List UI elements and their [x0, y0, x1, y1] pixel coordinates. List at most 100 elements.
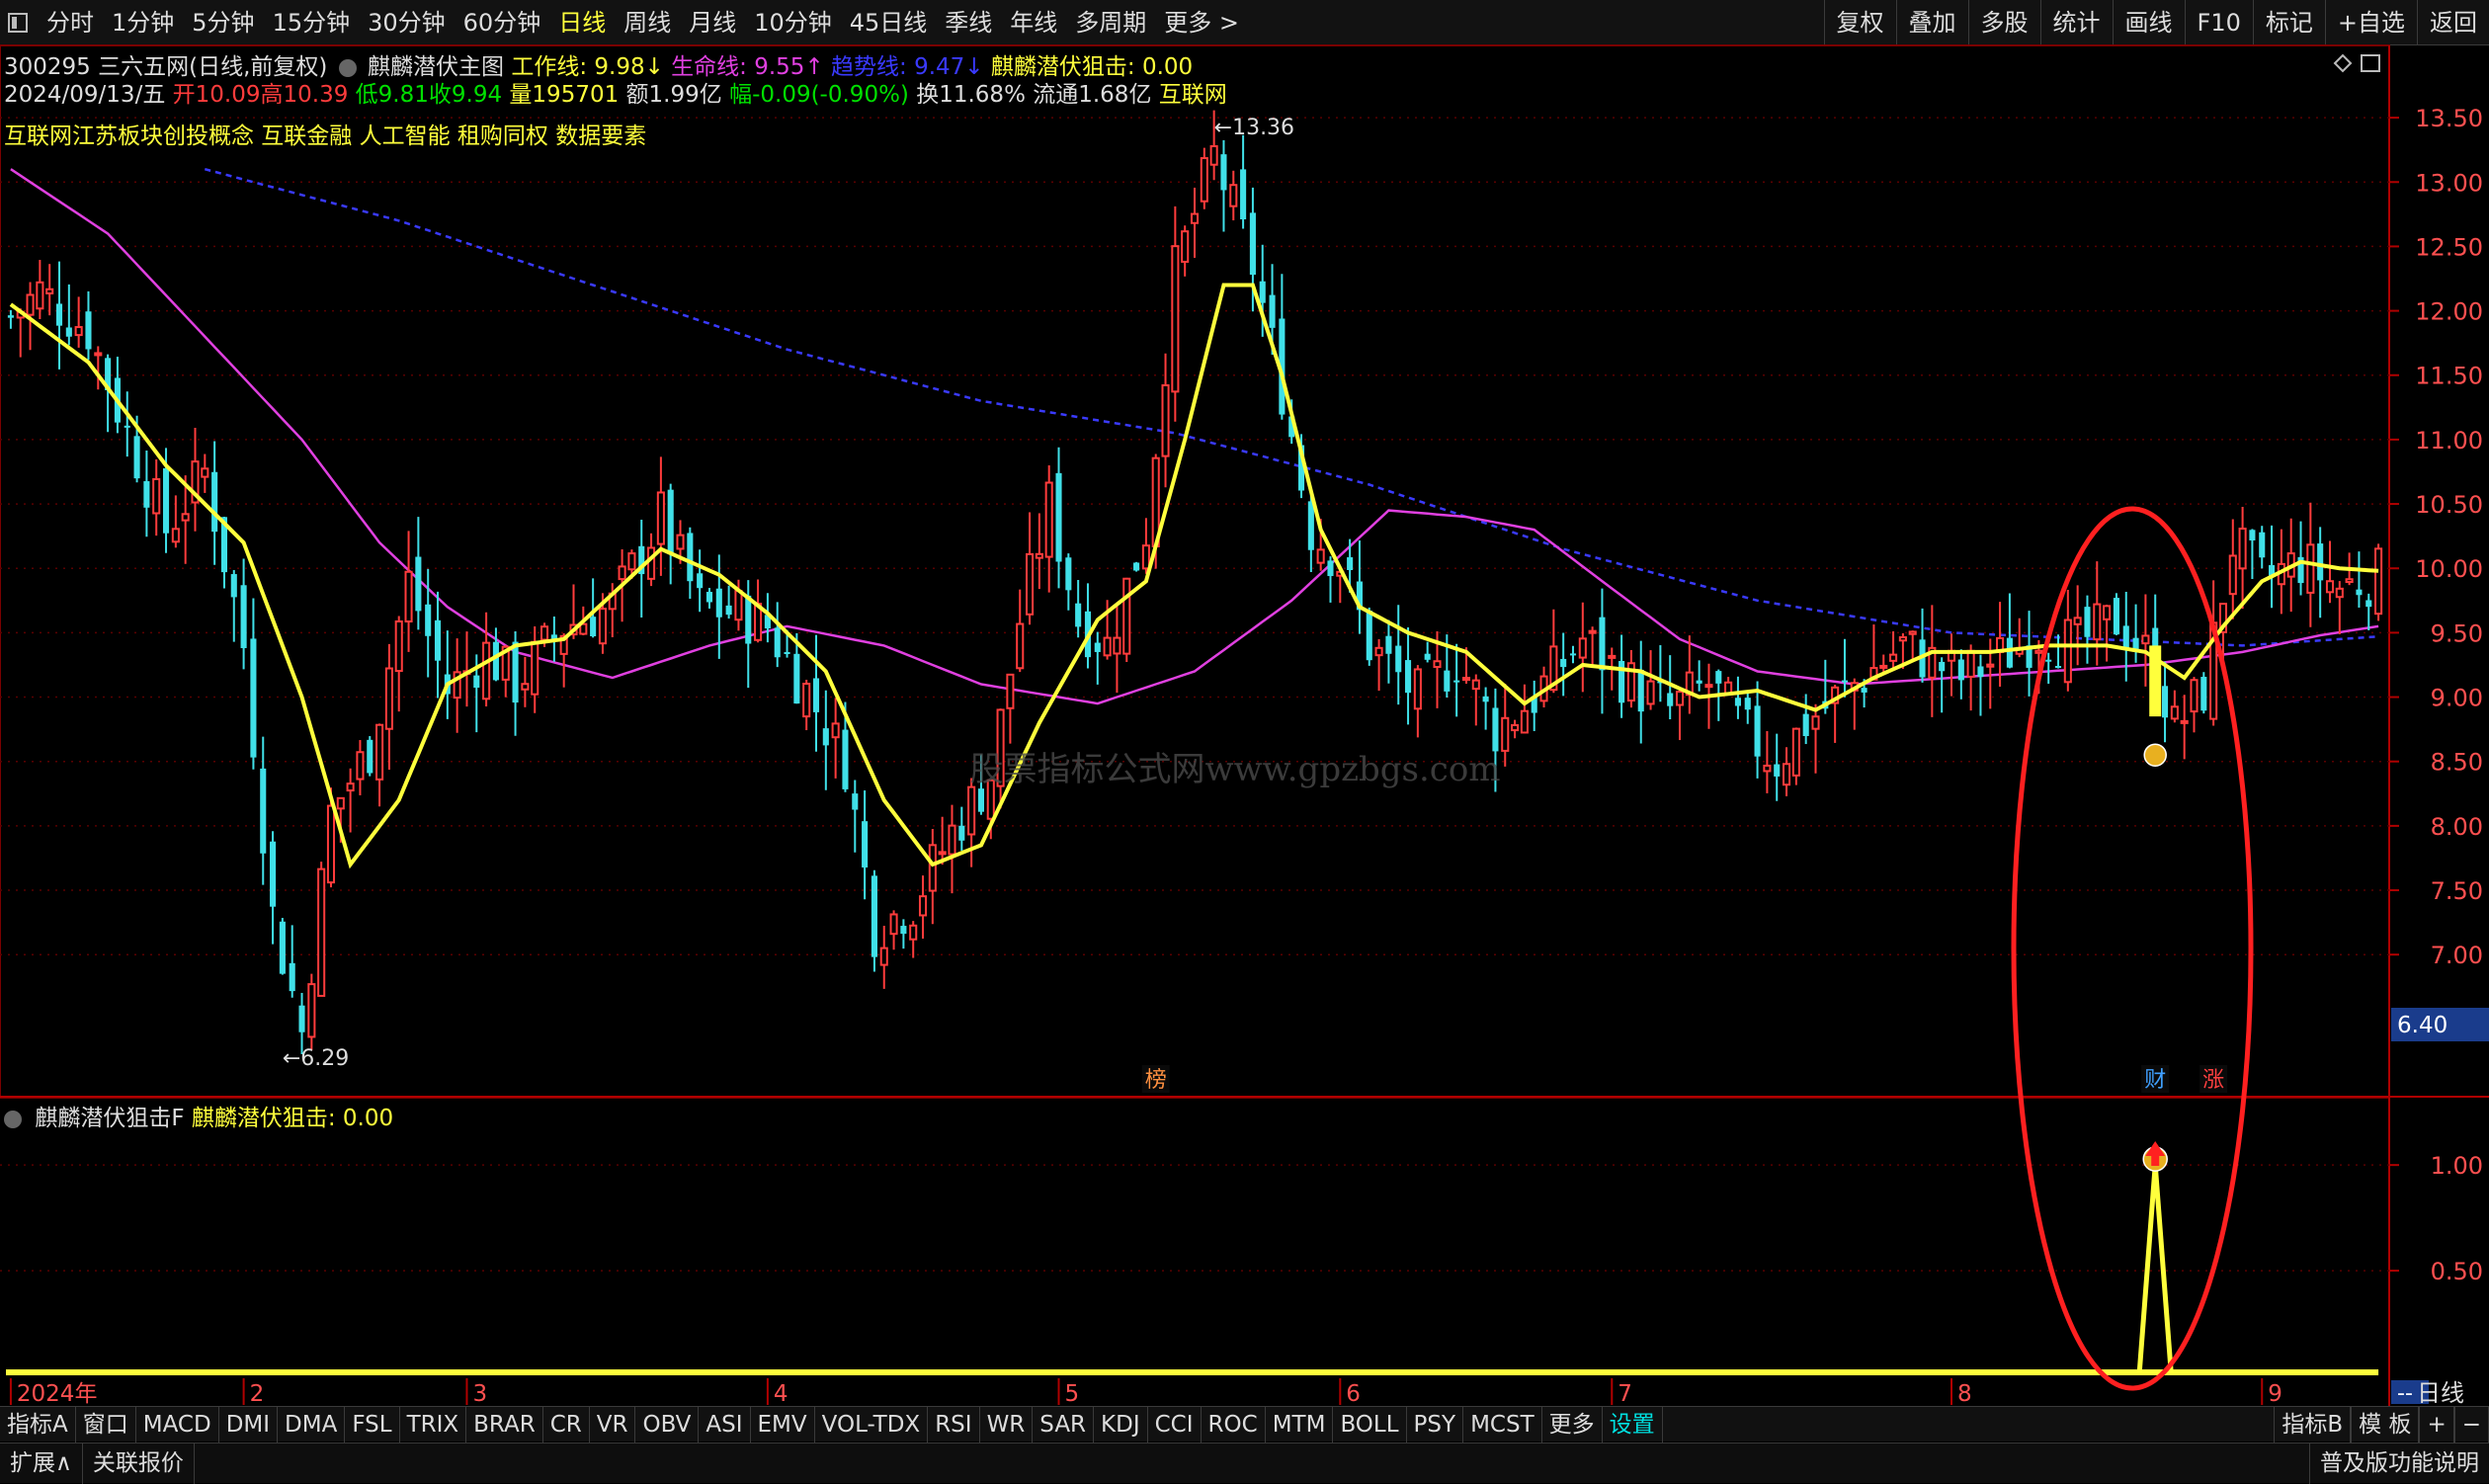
indicator-tab[interactable]: BRAR [466, 1406, 543, 1443]
candle-body-down [2249, 530, 2256, 541]
candle-body-down [1249, 212, 1256, 276]
indicator-tab[interactable]: EMV [751, 1406, 815, 1443]
candle-body-down [1667, 693, 1674, 706]
candle-body-down [1802, 713, 1809, 736]
indicator-tab[interactable]: CR [543, 1406, 590, 1443]
candle-body-down [871, 875, 877, 957]
candle-body-up [1026, 552, 1035, 616]
indicator-tab[interactable]: SAR [1033, 1406, 1095, 1443]
indicator-tab-right[interactable]: 模 板 [2351, 1407, 2420, 1443]
indicator-tab[interactable]: MTM [1266, 1406, 1334, 1443]
indicator-tab[interactable]: VOL-TDX [815, 1406, 929, 1443]
indicator-tab[interactable]: ASI [699, 1406, 751, 1443]
candle-body-up [1646, 680, 1655, 705]
candle-body-up [2190, 679, 2199, 713]
candle-body-down [1754, 705, 1761, 757]
indicator-tab[interactable]: VR [590, 1406, 636, 1443]
candle-body-up [152, 477, 161, 515]
diamond-icon[interactable] [2333, 53, 2353, 73]
candle-body-down [1492, 707, 1499, 752]
candle-body-down [774, 627, 781, 658]
indicator-tab[interactable]: ROC [1202, 1406, 1266, 1443]
candle-body-up [938, 851, 947, 856]
sub-toggle-icon[interactable] [4, 1110, 22, 1128]
indicator-tab-right[interactable]: − [2453, 1407, 2489, 1443]
candle-body-down [2113, 598, 2119, 635]
sub-panel-value: 麒麟潜伏狙击: 0.00 [191, 1106, 394, 1131]
candle-body-up [94, 352, 103, 357]
marker-label: 榜 [1145, 1068, 1167, 1093]
candle-body-down [7, 315, 14, 318]
indicator-tab[interactable]: OBV [635, 1406, 700, 1443]
indicator-tab[interactable]: TRIX [400, 1406, 467, 1443]
x-tick-label: 7 [1618, 1381, 1632, 1406]
candle-body-up [1898, 636, 1907, 642]
indicator-tab[interactable]: FSL [345, 1406, 400, 1443]
sub-y-tick-label: 0.50 [2431, 1258, 2483, 1285]
kline-chart[interactable]: 13.50 13.00 12.50 12.00 11.50 11.00 10.50 10.00… [0, 0, 2489, 1406]
candle-body-up [676, 534, 685, 550]
x-tick-label: 8 [1957, 1381, 1972, 1406]
indicator-tab[interactable]: DMA [278, 1406, 346, 1443]
indicator-tab[interactable]: MACD [136, 1406, 219, 1443]
candle-body-up [1966, 649, 1975, 678]
indicator-tab[interactable]: DMI [219, 1406, 279, 1443]
indicator-tab[interactable]: 更多 [1542, 1406, 1603, 1443]
candle-body-down [1347, 557, 1354, 570]
indicator-tab[interactable]: 窗口 [76, 1406, 136, 1443]
expand-button[interactable]: 扩展∧ [0, 1443, 83, 1484]
candle-body-down [279, 921, 286, 974]
related-quote-button[interactable]: 关联报价 [83, 1443, 195, 1484]
indicator-tab[interactable]: MCST [1463, 1406, 1542, 1443]
candle-body-up [1316, 548, 1325, 564]
y-tick-label: 13.50 [2415, 105, 2483, 132]
candle-body-up [1763, 764, 1772, 773]
candle-body-up [618, 565, 626, 581]
indicator-tab[interactable]: PSY [1407, 1406, 1464, 1443]
candle-body-up [2034, 649, 2043, 654]
panel-toggle-icon[interactable] [2361, 54, 2380, 72]
candle-body-up [879, 947, 888, 966]
indicator-tab[interactable]: BOLL [1333, 1406, 1407, 1443]
candle-body-down [55, 303, 63, 326]
indicator-tab[interactable]: 指标A [0, 1406, 76, 1443]
indicator-tab[interactable]: CCI [1148, 1406, 1202, 1443]
candle-body-up [26, 293, 35, 316]
candle-body-up [2228, 554, 2237, 596]
x-tick-label: 2 [250, 1381, 265, 1406]
indicator-tab-right[interactable]: 指标B [2274, 1407, 2352, 1443]
candle-body-up [1578, 637, 1587, 659]
candle-body-up [181, 513, 190, 522]
candle-body-down [2054, 665, 2062, 668]
candle-body-up [171, 528, 180, 543]
candle-body-up [375, 723, 384, 781]
candle-body-up [656, 491, 665, 545]
candle-body-up [2103, 605, 2112, 620]
candle-body-down [425, 604, 432, 636]
candle-body-up [2170, 705, 2179, 720]
indicator-tab[interactable]: KDJ [1094, 1406, 1148, 1443]
candle-body-down [1599, 617, 1606, 671]
indicator-tab[interactable]: RSI [928, 1406, 980, 1443]
indicator-tab[interactable]: 设置 [1603, 1406, 1663, 1443]
sub-panel-header: 麒麟潜伏狙击F 麒麟潜伏狙击: 0.00 [4, 1099, 393, 1132]
edition-help-button[interactable]: 普及版功能说明 [2309, 1443, 2489, 1484]
candle-body-down [1395, 645, 1402, 673]
candle-body-down [473, 675, 480, 688]
candle-body-down [745, 595, 752, 644]
candle-body-down [958, 825, 965, 841]
money-bag-icon [2143, 743, 2167, 767]
candle-body-down [289, 962, 295, 992]
indicator-tab-right[interactable]: + [2419, 1407, 2454, 1443]
candle-body-down [977, 788, 984, 812]
candle-body-up [1520, 709, 1529, 734]
candle-body-down [1744, 698, 1751, 710]
sub-panel-name[interactable]: 麒麟潜伏狙击F [35, 1106, 184, 1131]
candle-body-down [842, 729, 849, 789]
candle-body-down [1482, 696, 1489, 702]
candle-body-up [384, 667, 393, 730]
candle-body-up [539, 625, 549, 641]
y-tick-label: 7.00 [2431, 942, 2483, 969]
indicator-tab[interactable]: WR [980, 1406, 1034, 1443]
candle-body-up [1588, 629, 1597, 634]
